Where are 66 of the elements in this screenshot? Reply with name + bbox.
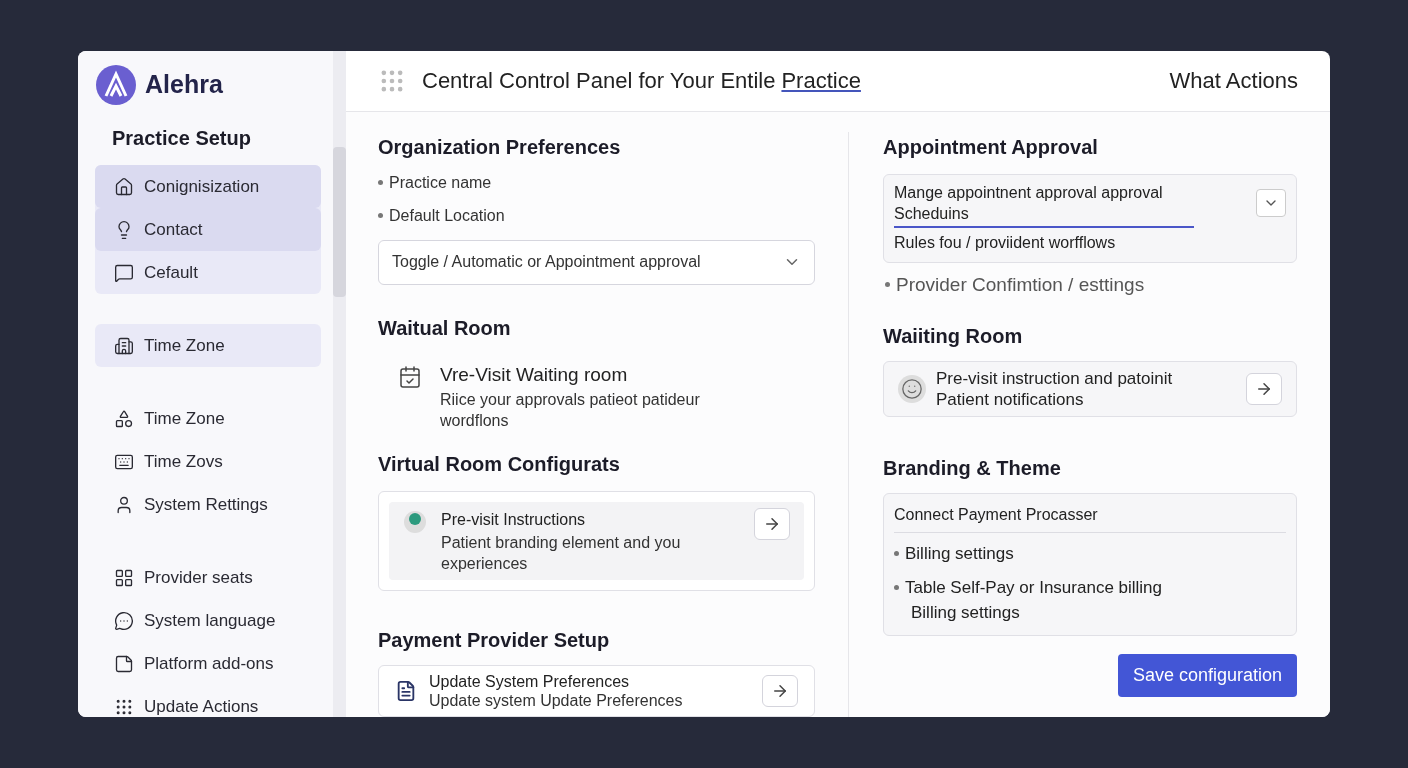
card-heading: Connect Payment Procasser: [894, 503, 1286, 533]
sub-item: Billing settings: [910, 602, 1021, 624]
item-description: Patient notifications: [936, 389, 1085, 410]
section-title: Waitual Room: [378, 315, 512, 341]
bullet-icon: [378, 180, 383, 185]
page-title: Central Control Panel for Your Entile: [422, 67, 776, 96]
scrollbar[interactable]: [333, 51, 346, 717]
arrow-button[interactable]: [762, 675, 798, 707]
item-title: Pre-visit instruction and patoinit: [936, 368, 1174, 389]
sidebar-item[interactable]: Provider seats: [95, 556, 321, 599]
item-description: Patient branding element and you experiences: [441, 533, 682, 574]
sidebar-item[interactable]: Time Zone: [95, 324, 321, 367]
sidebar-item-icon: [114, 653, 134, 674]
brand-name: Alehra: [145, 69, 223, 101]
sidebar-item-icon: [114, 408, 134, 429]
section-title: Appointment Approval: [883, 134, 1099, 160]
bullet-item: Practice name: [389, 172, 492, 193]
sidebar-item[interactable]: Conignisization: [95, 165, 321, 208]
section-title: Virtual Room Configurats: [378, 452, 621, 477]
sidebar-item-icon: [114, 262, 134, 283]
bullet-icon: [378, 213, 383, 218]
arrow-button[interactable]: [1246, 373, 1282, 405]
save-button[interactable]: Save configuration: [1117, 653, 1297, 697]
sidebar-item-icon: [114, 567, 134, 588]
bullet-item: Table Self-Pay or Insurance billing: [905, 576, 1163, 599]
document-icon: [395, 680, 417, 702]
status-dot-icon: [403, 510, 427, 534]
face-icon: [898, 375, 926, 403]
header-action[interactable]: What Actions: [1169, 64, 1298, 98]
bullet-icon: [885, 282, 890, 288]
bullet-icon: [894, 584, 899, 590]
sidebar-title: Practice Setup: [111, 126, 252, 151]
section-title: Branding & Theme: [883, 456, 1062, 481]
sidebar-item-icon: [114, 335, 134, 356]
bullet-icon: [894, 551, 899, 557]
sidebar-item-icon: [114, 610, 134, 631]
item-title: Pre-visit Instructions: [441, 510, 587, 530]
arrow-button[interactable]: [754, 508, 790, 540]
sidebar-item[interactable]: Platform add-ons: [95, 642, 321, 685]
sidebar-item[interactable]: Update Actions: [95, 685, 321, 717]
logo-icon: [95, 64, 137, 106]
arrow-icon: [763, 515, 781, 533]
arrow-icon: [1255, 380, 1273, 398]
sidebar-item[interactable]: Contact: [95, 208, 321, 251]
sidebar-item[interactable]: Time Zone: [95, 397, 321, 440]
item-title: Vre-Visit Waiting room: [440, 362, 629, 387]
item-description: Riice your approvals patieot patideur wordflons: [440, 390, 701, 431]
arrow-icon: [771, 682, 789, 700]
item-description: Update system Update Preferences: [429, 691, 684, 710]
bullet-item: Billing settings: [905, 543, 1014, 565]
sidebar-item[interactable]: Time Zovs: [95, 440, 321, 483]
sidebar-item[interactable]: System language: [95, 599, 321, 642]
approval-select[interactable]: Toggle / Automatic or Appointment approval: [378, 239, 815, 285]
sidebar-item[interactable]: Cefault: [95, 251, 321, 294]
section-title: Organization Preferences: [378, 134, 622, 160]
approval-rules: Rules fou / proviident worfflows: [894, 232, 1117, 253]
sidebar-item[interactable]: System Rettings: [95, 483, 321, 526]
section-title: Waiiting Room: [883, 324, 1024, 349]
practice-link[interactable]: Practice: [781, 64, 861, 98]
bullet-item: Default Location: [389, 205, 505, 226]
item-title: Update System Preferences: [429, 672, 631, 691]
approval-text: Mange appointnent approval approval Scheduins: [894, 181, 1194, 228]
section-title: Payment Provider Setup: [378, 628, 611, 653]
sidebar-item-icon: [114, 176, 134, 197]
calendar-icon: [398, 364, 422, 389]
bullet-item: Provider Confimtion / esttings: [896, 272, 1145, 297]
